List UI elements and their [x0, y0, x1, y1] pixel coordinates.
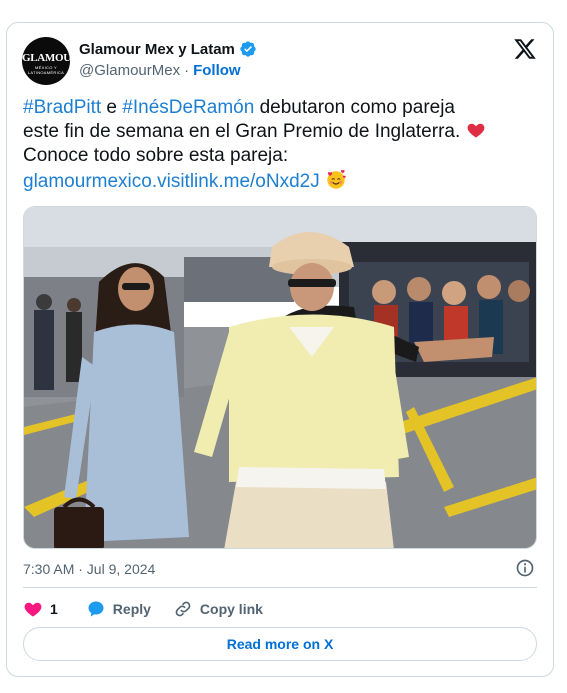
avatar[interactable]: GLAMOUR MÉXICO Y LATINOAMÉRICA [22, 37, 70, 85]
avatar-brand-text: GLAMOUR [22, 52, 70, 64]
like-count: 1 [50, 601, 58, 617]
action-bar: 1 Reply Copy link [23, 598, 285, 620]
heart-icon [24, 602, 42, 617]
tweet-text: #BradPitt e #InésDeRamón debutaron como … [23, 96, 493, 194]
smiling-face-with-hearts-icon [327, 170, 346, 189]
photo-illustration [24, 207, 536, 548]
read-more-button[interactable]: Read more on X [23, 627, 537, 661]
tweet-link[interactable]: glamourmexico.visitlink.me/oNxd2J [23, 171, 320, 192]
link-icon [175, 601, 191, 617]
tweet-connector: e [101, 97, 123, 118]
verified-badge-icon [240, 41, 256, 57]
author-display-name[interactable]: Glamour Mex y Latam [79, 41, 235, 58]
info-icon[interactable] [515, 558, 535, 578]
author-handle[interactable]: @GlamourMex [79, 62, 180, 79]
author-name-row: Glamour Mex y Latam [79, 39, 257, 59]
author-handle-row: @GlamourMex · Follow [79, 62, 241, 79]
tweet-photo[interactable] [23, 206, 537, 549]
like-button[interactable]: 1 [23, 599, 58, 619]
reply-button[interactable]: Reply [86, 599, 151, 619]
tweet-body-2: Conoce todo sobre esta pareja: [23, 145, 289, 166]
hashtag-inesderamon[interactable]: #InésDeRamón [122, 97, 254, 118]
red-heart-icon [467, 123, 484, 138]
copy-link-label: Copy link [199, 601, 263, 617]
hashtag-bradpitt[interactable]: #BradPitt [23, 97, 101, 118]
avatar-subtext: MÉXICO Y LATINOAMÉRICA [27, 65, 65, 75]
divider [23, 587, 537, 588]
reply-bubble-icon [88, 601, 104, 617]
follow-button[interactable]: Follow [193, 62, 241, 79]
tweet-timestamp[interactable]: 7:30 AM · Jul 9, 2024 [23, 561, 155, 577]
x-logo-icon[interactable] [513, 37, 537, 61]
reply-label: Reply [112, 601, 151, 617]
copy-link-button[interactable]: Copy link [173, 599, 263, 619]
handle-separator: · [184, 62, 190, 79]
tweet-card: GLAMOUR MÉXICO Y LATINOAMÉRICA Glamour M… [6, 22, 554, 677]
